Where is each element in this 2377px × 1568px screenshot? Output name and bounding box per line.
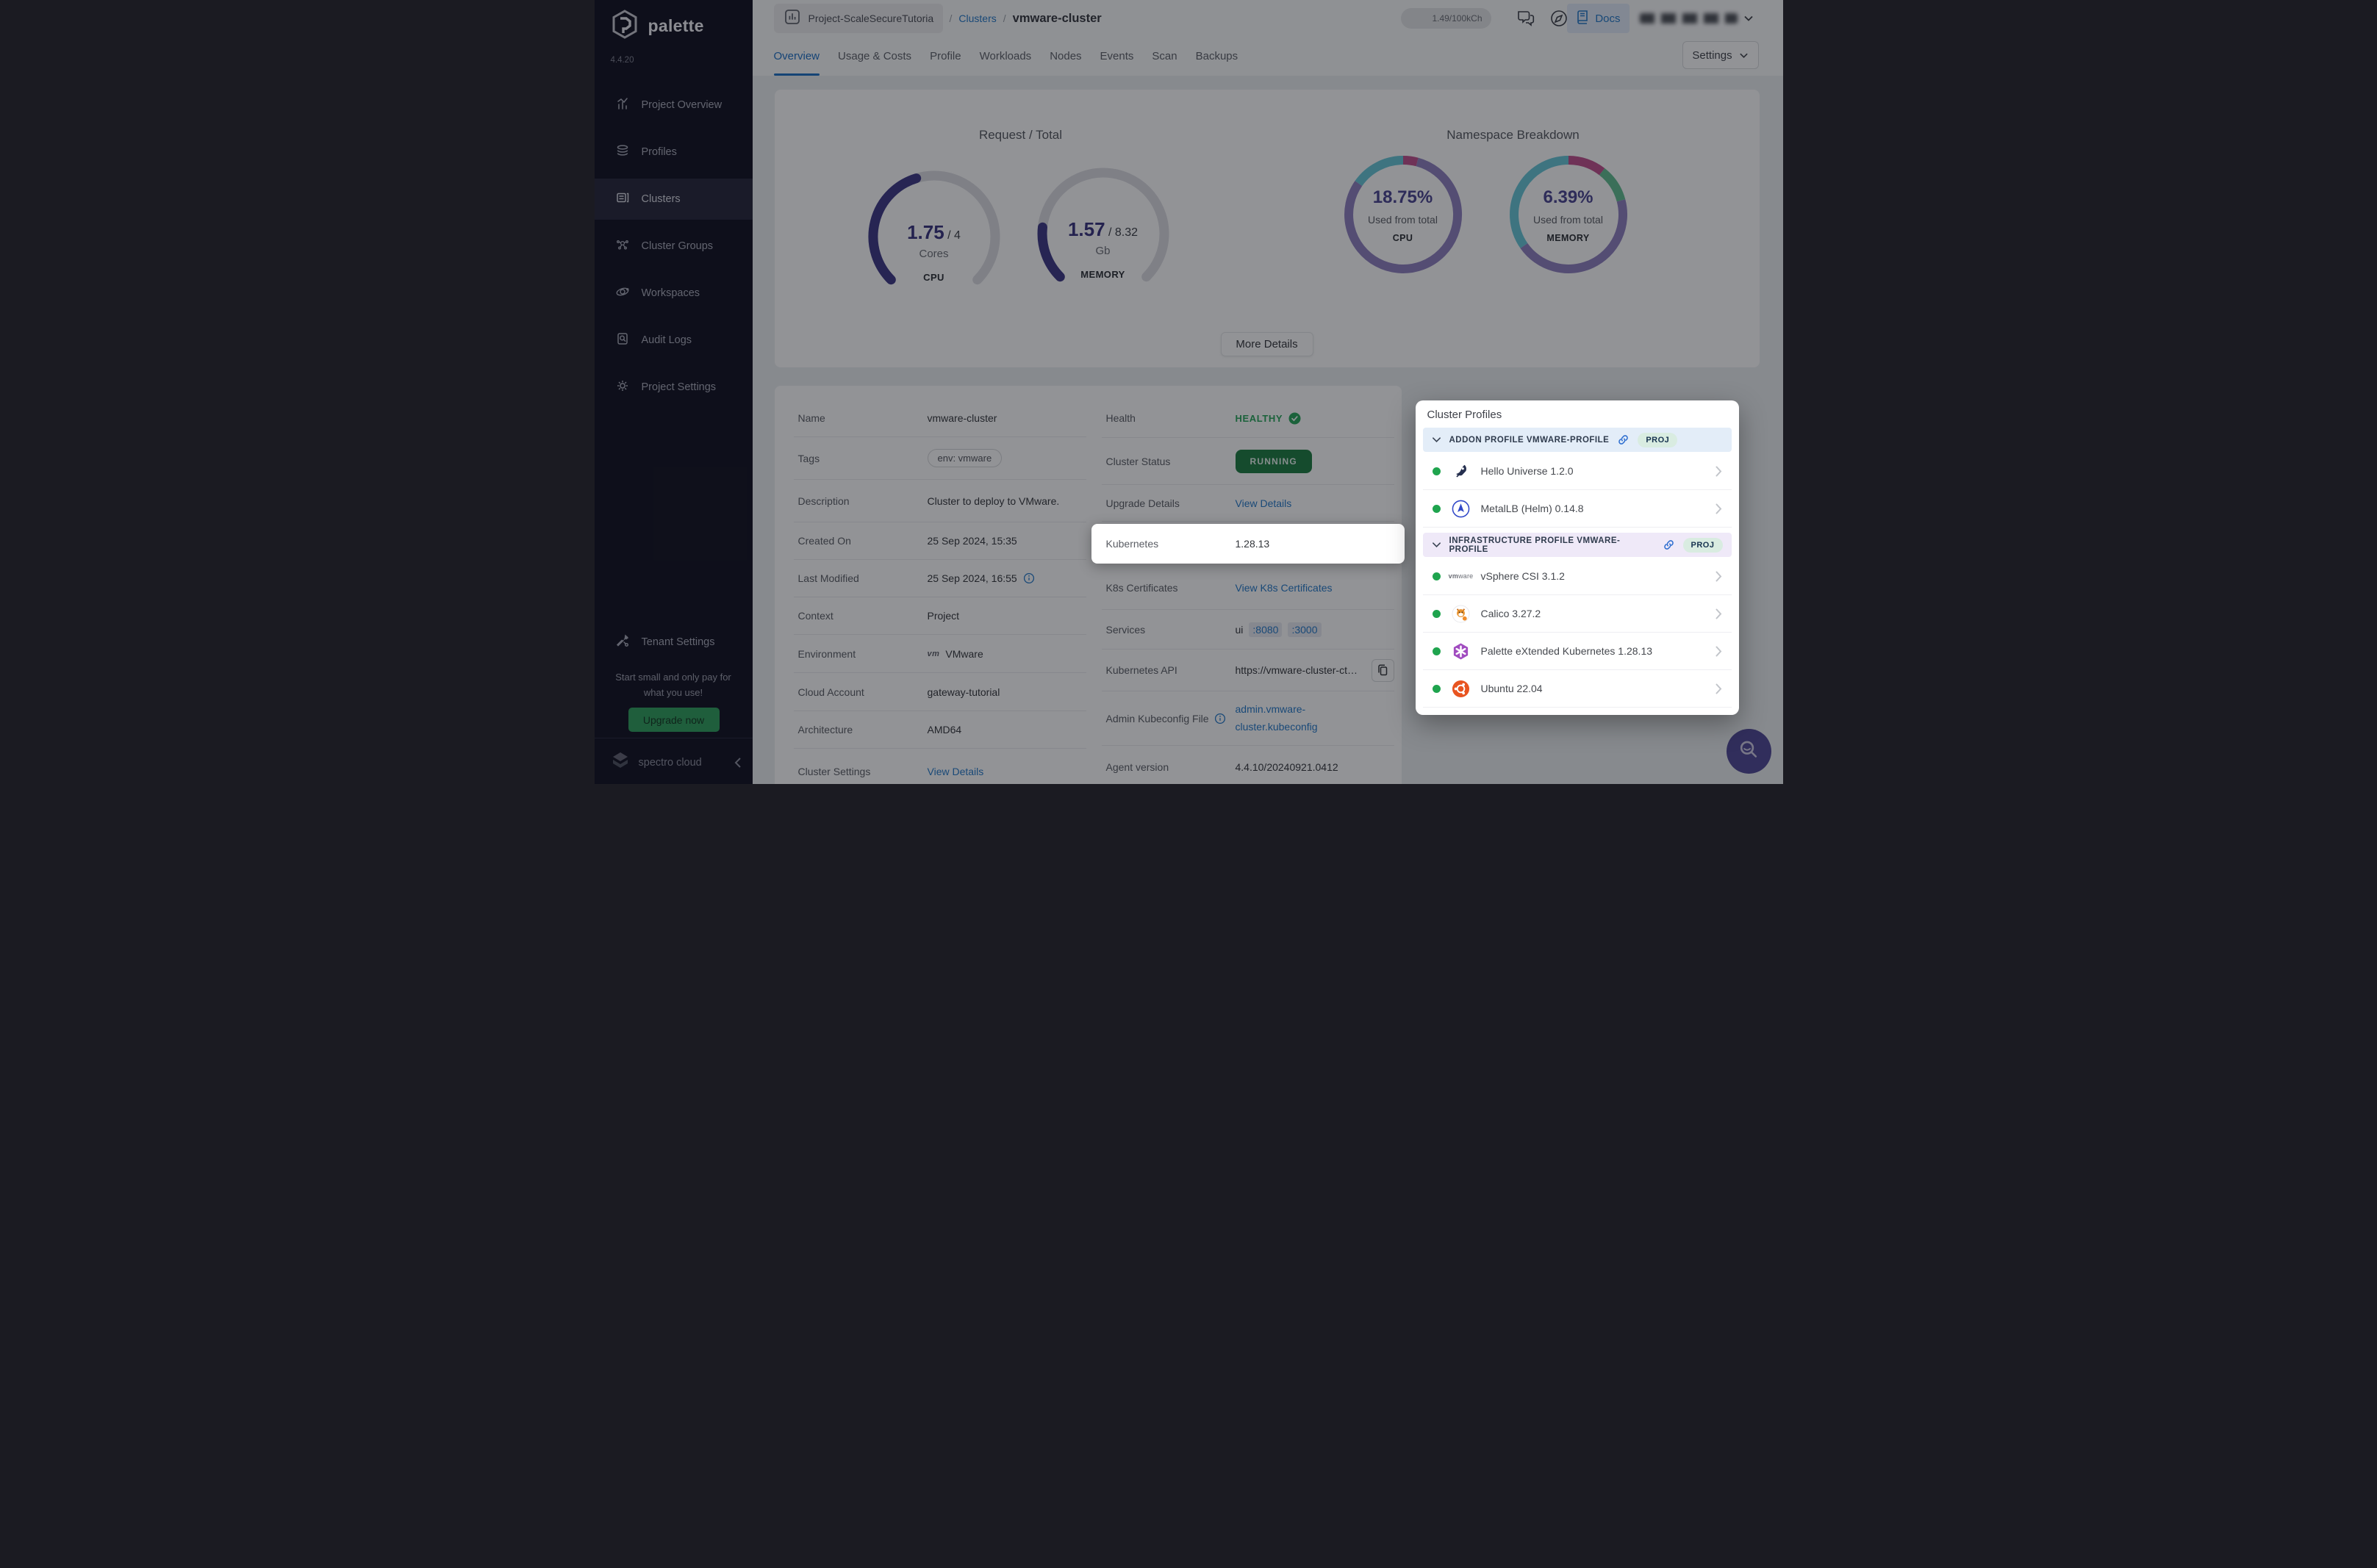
calico-icon bbox=[1452, 604, 1471, 623]
status-dot bbox=[1432, 609, 1441, 618]
cluster-profiles-popup: Cluster Profiles ADDON PROFILE VMWARE-PR… bbox=[1415, 400, 1739, 715]
link-icon bbox=[1617, 434, 1630, 446]
detail-label: Kubernetes bbox=[1105, 538, 1159, 550]
status-dot bbox=[1432, 684, 1441, 693]
scope-badge: PROJ bbox=[1682, 537, 1723, 553]
spotlight-row-kubernetes: Kubernetes 1.28.13 bbox=[1091, 524, 1405, 564]
profile-pack-row-vsphere-csi-3-1-2[interactable]: vmware vSphere CSI 3.1.2 bbox=[1422, 558, 1732, 595]
value-text: 1.28.13 bbox=[1235, 538, 1270, 550]
profile-section-header-addon[interactable]: ADDON PROFILE VMWARE-PROFILE PROJ bbox=[1422, 428, 1732, 452]
pack-name: vSphere CSI 3.1.2 bbox=[1480, 570, 1565, 582]
status-dot bbox=[1432, 647, 1441, 655]
chevron-right-icon bbox=[1715, 646, 1722, 657]
profile-section-title: INFRASTRUCTURE PROFILE VMWARE-PROFILE bbox=[1449, 536, 1621, 554]
chevron-right-icon bbox=[1715, 466, 1722, 477]
status-dot bbox=[1432, 467, 1441, 475]
profile-pack-row-calico-3-27-2[interactable]: Calico 3.27.2 bbox=[1422, 595, 1732, 633]
pack-name: MetalLB (Helm) 0.14.8 bbox=[1480, 503, 1584, 514]
vmware-icon: vmware bbox=[1448, 572, 1474, 580]
profile-pack-row-hello-universe-1-2-0[interactable]: Hello Universe 1.2.0 bbox=[1422, 453, 1732, 490]
hello-universe-icon bbox=[1452, 461, 1471, 481]
chevron-right-icon bbox=[1715, 608, 1722, 619]
profile-section-title: ADDON PROFILE VMWARE-PROFILE bbox=[1449, 435, 1610, 445]
chevron-down-icon[interactable] bbox=[1432, 540, 1441, 550]
link-icon bbox=[1663, 539, 1675, 551]
status-dot bbox=[1432, 504, 1441, 513]
pack-name: Calico 3.27.2 bbox=[1480, 608, 1541, 619]
cluster-profiles-title: Cluster Profiles bbox=[1427, 409, 1502, 421]
metallb-icon bbox=[1452, 499, 1471, 518]
chevron-right-icon bbox=[1715, 571, 1722, 582]
profile-pack-row-palette-extended-kubernetes-1-28-13[interactable]: Palette eXtended Kubernetes 1.28.13 bbox=[1422, 633, 1732, 670]
chevron-right-icon bbox=[1715, 683, 1722, 694]
pack-name: Palette eXtended Kubernetes 1.28.13 bbox=[1480, 645, 1653, 657]
app-screen: palette 4.4.20 Project Overview Profiles C… bbox=[594, 0, 1783, 784]
chevron-down-icon[interactable] bbox=[1432, 435, 1441, 445]
scope-badge: PROJ bbox=[1638, 432, 1678, 447]
palette-xk-icon bbox=[1452, 641, 1471, 661]
profile-section-header-infra[interactable]: INFRASTRUCTURE PROFILE VMWARE-PROFILE PRO… bbox=[1422, 533, 1732, 557]
chevron-right-icon bbox=[1715, 503, 1722, 514]
ubuntu-icon bbox=[1452, 679, 1471, 698]
status-dot bbox=[1432, 572, 1441, 580]
detail-value: 1.28.13 bbox=[1236, 538, 1394, 550]
pack-name: Hello Universe 1.2.0 bbox=[1480, 465, 1574, 477]
pack-name: Ubuntu 22.04 bbox=[1480, 683, 1543, 694]
profile-pack-row-ubuntu-22-04[interactable]: Ubuntu 22.04 bbox=[1422, 670, 1732, 708]
profile-pack-row-metallb-helm-0-14-8[interactable]: MetalLB (Helm) 0.14.8 bbox=[1422, 490, 1732, 528]
